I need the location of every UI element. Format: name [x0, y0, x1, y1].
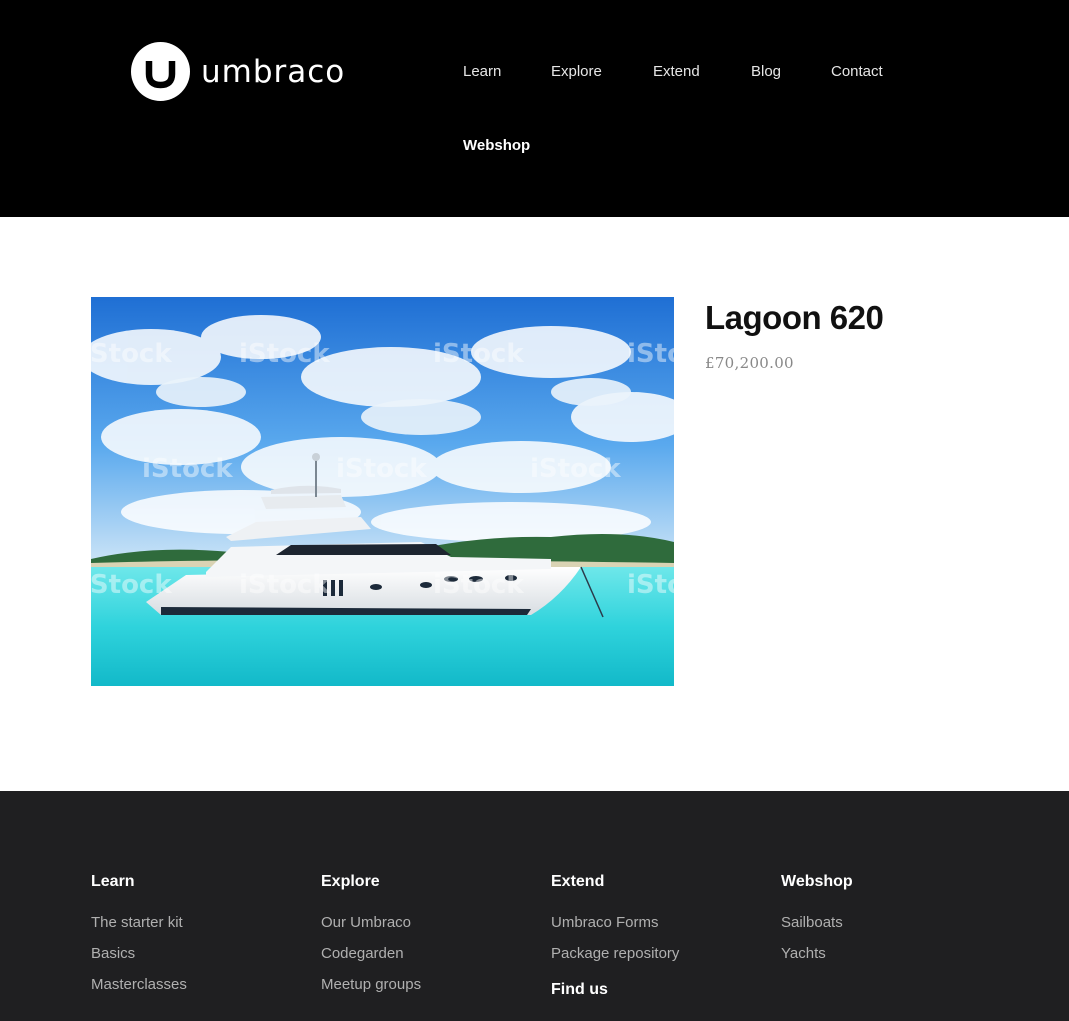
- footer-column-extend: Extend Umbraco Forms Package repository …: [551, 873, 679, 999]
- footer-link[interactable]: Sailboats: [781, 914, 853, 945]
- footer-heading: Extend: [551, 873, 605, 890]
- nav-contact[interactable]: Contact: [831, 63, 883, 80]
- svg-text:iStock: iStock: [239, 339, 330, 369]
- svg-text:iStock: iStock: [530, 454, 621, 484]
- footer-link[interactable]: Yachts: [781, 945, 853, 976]
- footer-link[interactable]: Basics: [91, 945, 187, 976]
- nav-explore[interactable]: Explore: [551, 63, 602, 80]
- footer-heading: Webshop: [781, 873, 853, 890]
- footer-heading: Explore: [321, 873, 380, 890]
- nav-extend[interactable]: Extend: [653, 63, 700, 80]
- footer-heading: Learn: [91, 873, 135, 890]
- svg-text:iStock: iStock: [627, 339, 674, 369]
- nav-blog[interactable]: Blog: [751, 63, 781, 80]
- footer-link[interactable]: Meetup groups: [321, 976, 421, 1007]
- svg-text:iStock: iStock: [627, 570, 674, 600]
- footer-link[interactable]: Our Umbraco: [321, 914, 421, 945]
- footer-column-learn: Learn The starter kit Basics Masterclass…: [91, 873, 187, 1007]
- svg-text:iStock: iStock: [142, 454, 233, 484]
- svg-text:iStock: iStock: [91, 570, 172, 600]
- footer-column-webshop: Webshop Sailboats Yachts: [781, 873, 853, 976]
- product-image: iStock iStock iStock iStock iStock iStoc…: [91, 297, 674, 686]
- product-title: Lagoon 620: [705, 299, 884, 336]
- svg-text:iStock: iStock: [433, 339, 524, 369]
- nav-webshop[interactable]: Webshop: [463, 137, 530, 154]
- footer-link[interactable]: Umbraco Forms: [551, 914, 679, 945]
- footer-link[interactable]: Package repository: [551, 945, 679, 976]
- nav-learn[interactable]: Learn: [463, 63, 501, 80]
- svg-text:iStock: iStock: [91, 339, 172, 369]
- umbraco-logo-icon: [131, 42, 190, 101]
- svg-text:iStock: iStock: [239, 570, 330, 600]
- svg-text:iStock: iStock: [336, 454, 427, 484]
- svg-text:iStock: iStock: [433, 570, 524, 600]
- footer-link[interactable]: Masterclasses: [91, 976, 187, 1007]
- logo-text: umbraco: [201, 53, 346, 90]
- site-footer: Learn The starter kit Basics Masterclass…: [0, 791, 1069, 1021]
- product-price: £70,200.00: [705, 354, 794, 372]
- site-header: umbraco Learn Explore Extend Blog Contac…: [0, 0, 1069, 217]
- logo-link[interactable]: umbraco: [131, 42, 345, 101]
- footer-link[interactable]: Codegarden: [321, 945, 421, 976]
- footer-column-explore: Explore Our Umbraco Codegarden Meetup gr…: [321, 873, 421, 1007]
- footer-link[interactable]: The starter kit: [91, 914, 187, 945]
- footer-heading-find-us: Find us: [551, 981, 608, 998]
